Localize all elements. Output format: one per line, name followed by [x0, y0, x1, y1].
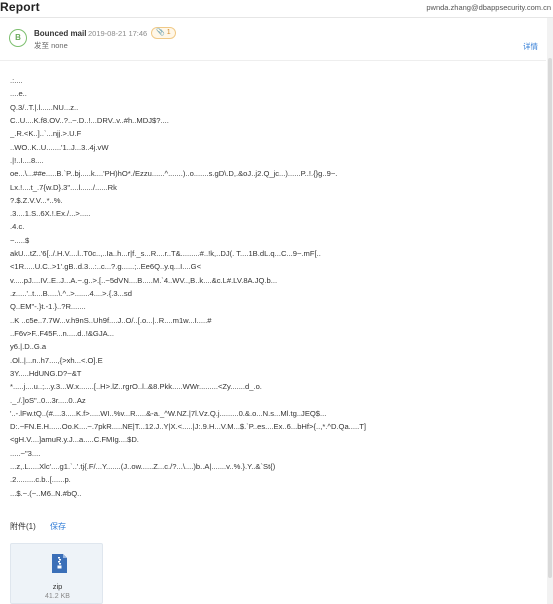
mail-body-line: Q.3/..T.|.l......NU...z..: [10, 102, 79, 112]
paperclip-icon: 📎: [156, 29, 165, 36]
mail-body-line: ..F6v>F..F45F...n.....d..!&GJA...: [10, 328, 115, 338]
mail-body-line: akU...tZ..'6[../.H.V....l..T0c..,..Ia..h…: [10, 249, 321, 259]
zip-file-icon: [52, 554, 67, 573]
mail-body-line: .4.c.: [10, 222, 25, 232]
mail-body-line: Lx.!....t_.7{w.D}.3"....l....../......Rk: [10, 182, 117, 192]
attachment-card[interactable]: zip 41.2 KB: [10, 543, 103, 604]
mail-body-line: 3Y.....HdUNG.D?~&T: [10, 368, 82, 378]
mail-body-line: Q..EM"-.}t.-1.}..?R.......: [10, 302, 86, 312]
mail-body-line: v.....pJ....IV..E..J...A.~.g..>.[..~5dVN…: [10, 275, 278, 285]
mail-body: .:.... ....e.. Q.3/..T.|.l......NU...z.. C.…: [10, 74, 530, 500]
attachment-count: 1: [166, 29, 171, 36]
recipient-line: 发至 none: [34, 41, 68, 50]
sender-name[interactable]: Bounced mail: [34, 29, 86, 38]
mail-body-line: ._./.]oS"..0...3r.....0..Az: [10, 395, 86, 405]
mail-body-line: _.R.<K..]..`...njj.>.U.F: [10, 129, 82, 139]
mail-body-line: D:.~FN.E.H......Oo.K....~.7pkR.....NE|T.…: [10, 422, 366, 432]
mail-body-line: ...$.~.(~..M6..N.#bQ..: [10, 488, 82, 498]
mail-body-line: <1R.....U.C..>1'.gB..d.3...:..c...?.g...…: [10, 262, 202, 272]
body-divider: [0, 60, 546, 61]
mail-body-line: *.....j....u..;...y.3...W.x.......[..H>.…: [10, 382, 262, 392]
save-attachments-link[interactable]: 保存: [50, 521, 66, 532]
mail-body-line: C..U....K.f8.OV..?..~.D..!...DRV..v..#h.…: [10, 115, 169, 125]
mail-body-line: oe...\...##e.....B.`P..bj.....k....'PH)h…: [10, 169, 338, 179]
mail-body-line: '..-.lFw.tQ..(#....3.....K.f>.....WI..%v…: [10, 408, 327, 418]
account-email: pwnda.zhang@dbappsecurity.com.cn: [426, 3, 551, 12]
mail-body-line: .|!..I....8....: [10, 155, 44, 165]
scrollbar-thumb[interactable]: [548, 58, 552, 578]
mail-body-line: <gH.V....]amuR.y.J...a.....C.FMIg....$D.: [10, 435, 139, 445]
attachments-header: 附件(1): [10, 522, 36, 531]
sender-avatar: B: [9, 29, 27, 47]
mail-body-line: ..WO..K..U.......'1..J...3..4j.vW: [10, 142, 109, 152]
page-title: Report: [0, 0, 40, 14]
mail-body-line: .....~"3....: [10, 448, 41, 458]
mail-body-line: .:....: [10, 76, 23, 85]
mail-body-line: ..K ..c5e..7.7W...v.h9nS..Uh9f....J..O/.…: [10, 315, 212, 325]
details-link[interactable]: 详情: [523, 41, 538, 52]
mail-body-line: ~.....$: [10, 235, 30, 245]
mail-body-line: .z.....'..t....B.....\.^..>.......4....>…: [10, 289, 132, 298]
mail-body-line: .3....1.S..6X.!.Ex./...>.....: [10, 209, 91, 219]
mail-body-line: ...z,.L.....Xlc'....g1.`..'.tj{.F/...Y..…: [10, 462, 276, 472]
top-bar: Report pwnda.zhang@dbappsecurity.com.cn: [0, 0, 553, 16]
mail-body-line: ....e..: [10, 89, 27, 99]
mail-body-line: ?.$.Z.V.V...*..%.: [10, 195, 63, 205]
scrollbar[interactable]: [547, 18, 553, 604]
mail-body-line: .2.........c.b..[......p.: [10, 475, 71, 485]
attachment-size: 41.2 KB: [45, 593, 70, 600]
mail-date: 2019-08-21 17:46: [88, 29, 148, 38]
attachment-name: zip: [52, 582, 63, 591]
mail-body-line: y6.|.D..G.a: [10, 342, 47, 352]
mail-body-line: .Ol..|...n..h7....,{>xh...<.O].E: [10, 355, 103, 365]
attachment-count-badge[interactable]: 📎 1: [151, 27, 176, 39]
